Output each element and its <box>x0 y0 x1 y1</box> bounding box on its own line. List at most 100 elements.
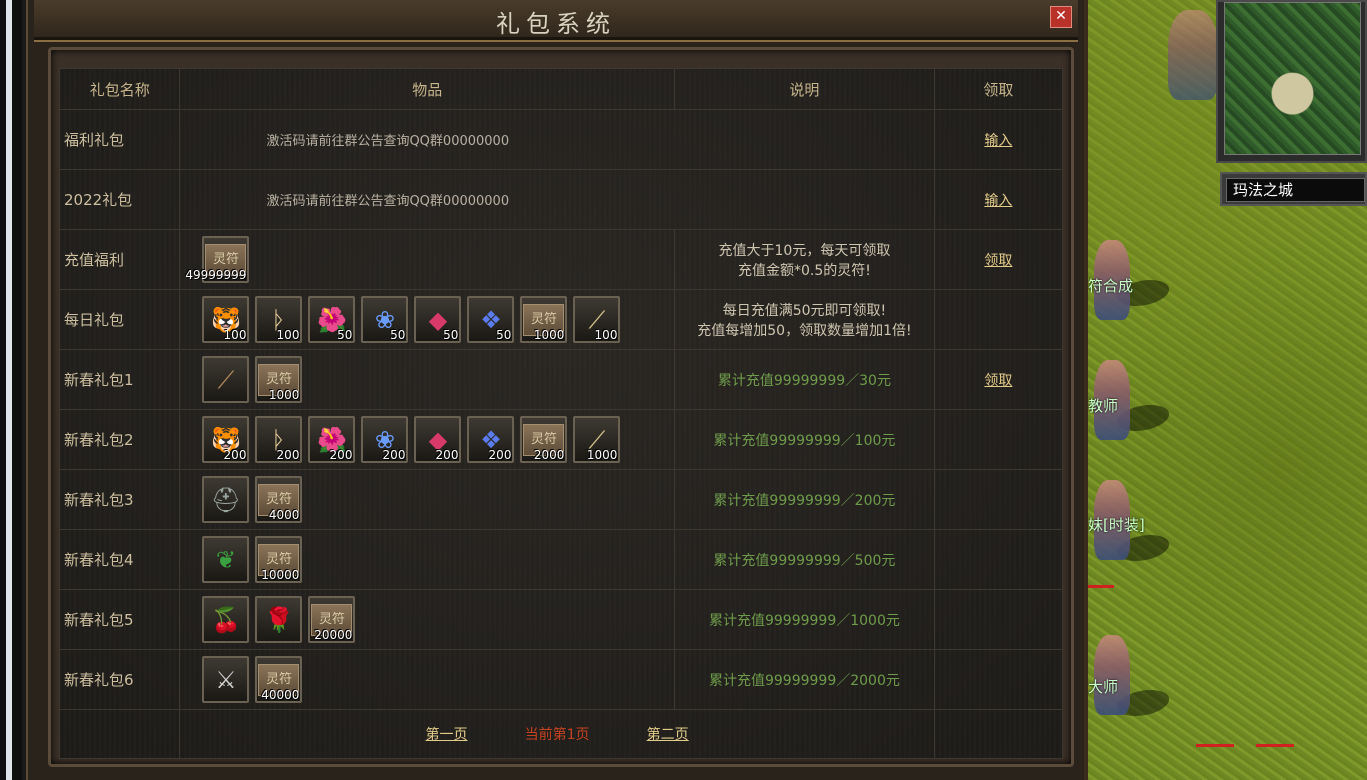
table-row: 每日礼包 🐯 100 ᚦ 100 🌺 50 ❀ 50 ◆ 50 ❖ 50 灵符 1000 ⟋ 100 每日充值满5… <box>58 289 1064 350</box>
item-slot[interactable]: ◆ 200 <box>414 416 462 463</box>
item-slot[interactable]: 🌺 50 <box>308 296 356 343</box>
items-cell: ⟋ 灵符 1000 <box>179 349 676 410</box>
item-slot[interactable]: ◆ 50 <box>414 296 462 343</box>
pager-spacer <box>933 709 1064 759</box>
npc[interactable] <box>1094 635 1130 715</box>
claim-link[interactable]: 领取 <box>984 253 1012 269</box>
claim-link[interactable]: 输入 <box>984 133 1012 149</box>
item-slot[interactable]: ⚔ <box>202 656 250 703</box>
claim-cell: 领取 <box>933 349 1064 410</box>
gift-name: 每日礼包 <box>58 289 181 350</box>
table-row: 充值福利 灵符 49999999 充值大于10元，每天可领取 充值金额*0.5的灵符! 领… <box>58 229 1064 290</box>
item-slot[interactable]: ⟋ 100 <box>573 296 621 343</box>
minimap-view[interactable] <box>1224 2 1361 155</box>
item-slot[interactable]: 🍒 <box>202 596 250 643</box>
description-line: 充值金额*0.5的灵符! <box>737 262 871 279</box>
item-quantity: 200 <box>223 448 247 462</box>
npc-label: 妹[时装] <box>1088 516 1145 534</box>
gift-window: 礼包系统 ✕ 礼包名称 物品 说明 领取 福利礼包 激活码请前往群公告查询QQ群0… <box>26 0 1088 780</box>
item-slot[interactable]: ⟋ 1000 <box>573 416 621 463</box>
item-quantity: 100 <box>276 328 300 342</box>
hp-bar <box>1196 744 1234 747</box>
item-slot[interactable]: 🐯 100 <box>202 296 250 343</box>
table-row: 新春礼包1 ⟋ 灵符 1000 累计充值99999999／30元 领取 <box>58 349 1064 410</box>
necklace-icon: ❦ <box>215 545 236 574</box>
header-name: 礼包名称 <box>58 68 181 110</box>
item-quantity: 20000 <box>314 628 353 642</box>
desc-cell: 每日充值满50元即可领取! 充值每增加50，领取数量增加1倍! <box>674 289 935 350</box>
recharge-progress: 累计充值99999999／500元 <box>713 552 896 569</box>
item-quantity: 1000 <box>586 448 618 462</box>
item-slot[interactable]: ᚦ 100 <box>255 296 303 343</box>
steel-helmet-icon: ⛑ <box>210 485 242 514</box>
minimap[interactable] <box>1216 0 1367 163</box>
gift-panel: 礼包名称 物品 说明 领取 福利礼包 激活码请前往群公告查询QQ群00000000… <box>58 68 1064 759</box>
item-slot[interactable]: 灵符 2000 <box>520 416 568 463</box>
item-slot[interactable]: 灵符 40000 <box>255 656 303 703</box>
cherry-icon: 🍒 <box>211 605 241 634</box>
claim-link[interactable]: 领取 <box>984 373 1012 389</box>
item-slot[interactable]: ❦ <box>202 536 250 583</box>
item-slot[interactable]: 灵符 10000 <box>255 536 303 583</box>
recharge-progress: 累计充值99999999／100元 <box>713 432 896 449</box>
sword-icon: ⚔ <box>215 665 237 694</box>
gift-name: 新春礼包2 <box>58 409 181 470</box>
item-quantity: 200 <box>488 448 512 462</box>
item-slot[interactable]: 🌹 <box>255 596 303 643</box>
monster[interactable] <box>1168 10 1218 100</box>
item-quantity: 10000 <box>261 568 300 582</box>
map-name: 玛法之城 <box>1226 178 1365 202</box>
claim-cell <box>933 589 1064 650</box>
table-row: 新春礼包5 🍒 🌹 灵符 20000 累计充值99999999／1000元 <box>58 589 1064 650</box>
map-name-box: 玛法之城 <box>1220 172 1367 206</box>
activation-notice: 激活码请前往群公告查询QQ群00000000 <box>266 134 510 149</box>
claim-cell: 输入 <box>933 169 1064 230</box>
item-quantity: 200 <box>382 448 406 462</box>
gift-name: 充值福利 <box>58 229 181 290</box>
item-quantity: 50 <box>443 328 459 342</box>
item-slot[interactable]: 灵符 49999999 <box>185 236 250 283</box>
item-slot[interactable]: 🐯 200 <box>202 416 250 463</box>
gift-name: 新春礼包3 <box>58 469 181 530</box>
claim-link[interactable]: 输入 <box>984 193 1012 209</box>
recharge-progress: 累计充值99999999／200元 <box>713 492 896 509</box>
item-slot[interactable]: ⟋ <box>202 356 250 403</box>
title-bar[interactable]: 礼包系统 ✕ <box>34 0 1078 42</box>
first-page-link[interactable]: 第一页 <box>426 727 468 743</box>
items-cell: 🍒 🌹 灵符 20000 <box>179 589 676 650</box>
items-cell: ⚔ 灵符 40000 <box>179 649 676 710</box>
item-slot[interactable]: ❖ 200 <box>467 416 515 463</box>
item-quantity: 50 <box>337 328 353 342</box>
table-row: 新春礼包6 ⚔ 灵符 40000 累计充值99999999／2000元 <box>58 649 1064 710</box>
items-cell: 灵符 49999999 <box>179 229 676 290</box>
table-row: 新春礼包2 🐯 200 ᚦ 200 🌺 200 ❀ 200 ◆ 200 ❖ 200 灵符 2000 ⟋ 1000… <box>58 409 1064 470</box>
item-slot[interactable]: 灵符 20000 <box>308 596 356 643</box>
table-row: 新春礼包4 ❦ 灵符 10000 累计充值99999999／500元 <box>58 529 1064 590</box>
item-slot[interactable]: ❀ 50 <box>361 296 409 343</box>
npc-label: 大师 <box>1088 678 1119 696</box>
window-title: 礼包系统 <box>496 10 616 38</box>
item-slot[interactable]: 灵符 1000 <box>520 296 568 343</box>
spear-icon: ⟋ <box>217 365 235 394</box>
item-list: ⚔ 灵符 40000 <box>180 656 674 703</box>
item-slot[interactable]: ᚦ 200 <box>255 416 303 463</box>
hp-bar <box>1256 744 1294 747</box>
item-slot[interactable]: 灵符 1000 <box>255 356 303 403</box>
second-page-link[interactable]: 第二页 <box>647 727 689 743</box>
items-cell: ❦ 灵符 10000 <box>179 529 676 590</box>
item-quantity: 4000 <box>268 508 300 522</box>
claim-cell <box>933 469 1064 530</box>
item-slot[interactable]: ⛑ <box>202 476 250 523</box>
item-slot[interactable]: ❖ 50 <box>467 296 515 343</box>
item-quantity: 100 <box>223 328 247 342</box>
desc-cell: 累计充值99999999／30元 <box>674 349 935 410</box>
item-slot[interactable]: ❀ 200 <box>361 416 409 463</box>
gift-name: 新春礼包4 <box>58 529 181 590</box>
item-slot[interactable]: 灵符 4000 <box>255 476 303 523</box>
item-quantity: 200 <box>329 448 353 462</box>
gift-name: 2022礼包 <box>58 169 181 230</box>
claim-cell <box>933 529 1064 590</box>
recharge-progress: 累计充值99999999／30元 <box>717 372 891 389</box>
item-slot[interactable]: 🌺 200 <box>308 416 356 463</box>
close-icon[interactable]: ✕ <box>1050 6 1072 28</box>
